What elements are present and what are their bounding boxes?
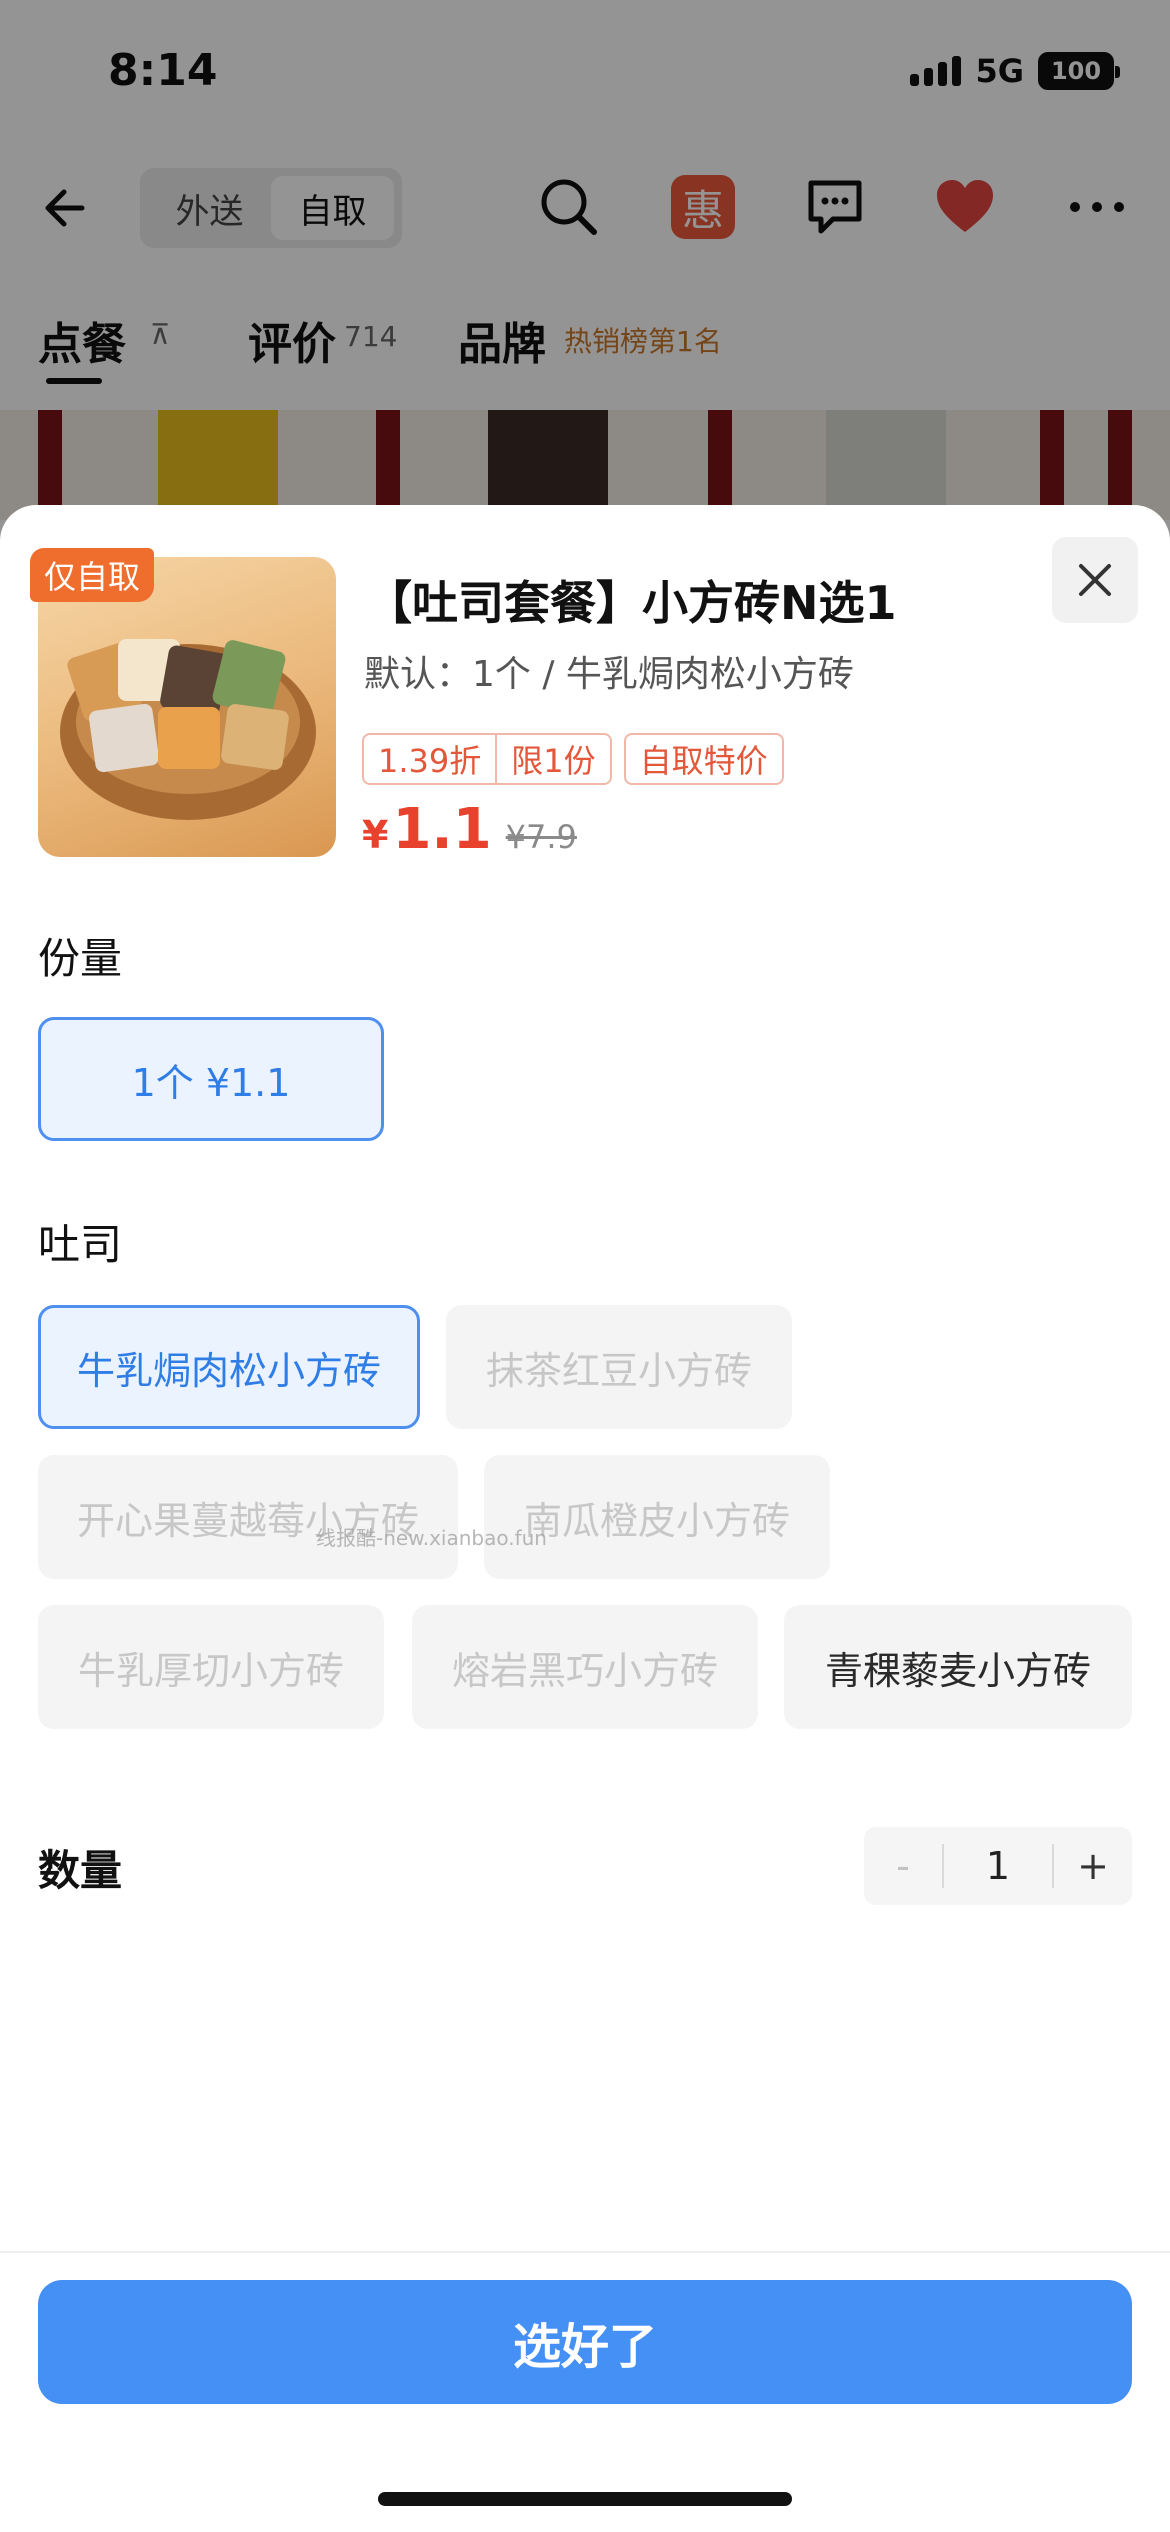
special-price-tag: 自取特价 — [623, 733, 784, 785]
discount-tag: 1.39折 — [378, 742, 482, 780]
portion-option-1[interactable]: 1个 ¥1.1 — [38, 1017, 384, 1141]
original-price: ¥7.9 — [505, 818, 577, 856]
toast-option-pistachio-cranberry: 开心果蔓越莓小方砖 — [38, 1455, 458, 1579]
limit-tag: 限1份 — [495, 735, 609, 783]
product-title: 【吐司套餐】小方砖N选1 — [366, 576, 897, 630]
toast-option-matcha-redbean: 抹茶红豆小方砖 — [446, 1305, 792, 1429]
toast-option-lava-chocolate: 熔岩黑巧小方砖 — [412, 1605, 758, 1729]
quantity-decrease-button[interactable]: - — [864, 1827, 942, 1905]
special-tag: 自取特价 — [639, 742, 768, 780]
footer-divider — [0, 2251, 1170, 2253]
quantity-value: 1 — [942, 1844, 1054, 1888]
toast-option-milk-floss[interactable]: 牛乳焗肉松小方砖 — [38, 1305, 420, 1429]
close-button[interactable] — [1052, 537, 1138, 623]
portion-label: 份量 — [38, 934, 123, 983]
toast-option-pumpkin-orange: 南瓜橙皮小方砖 — [484, 1455, 830, 1579]
toast-label: 吐司 — [38, 1220, 123, 1269]
quantity-stepper: - 1 + — [864, 1827, 1132, 1905]
modal-backdrop[interactable] — [0, 0, 1170, 540]
toast-option-barley-quinoa[interactable]: 青稞藜麦小方砖 — [784, 1605, 1132, 1729]
confirm-button[interactable]: 选好了 — [38, 2280, 1132, 2404]
product-options-sheet: 仅自取 【吐司套餐】小方砖N选1 默认：1个 / 牛乳焗肉松小方砖 1.39折 … — [0, 505, 1170, 2532]
quantity-increase-button[interactable]: + — [1054, 1827, 1132, 1905]
quantity-label: 数量 — [38, 1846, 123, 1895]
watermark: 线报酷-new.xianbao.fun — [316, 1526, 547, 1550]
price-row: ¥ 1.1 ¥7.9 — [362, 797, 577, 862]
promo-tags: 1.39折 限1份 自取特价 — [362, 733, 784, 785]
toast-option-milk-thick: 牛乳厚切小方砖 — [38, 1605, 384, 1729]
product-default-spec: 默认：1个 / 牛乳焗肉松小方砖 — [364, 654, 854, 695]
current-price: 1.1 — [392, 797, 492, 862]
discount-limit-tag: 1.39折 限1份 — [362, 733, 612, 785]
product-image — [38, 557, 336, 857]
home-indicator[interactable] — [378, 2492, 792, 2506]
close-icon — [1079, 564, 1111, 596]
pickup-only-badge: 仅自取 — [30, 548, 155, 602]
currency-symbol: ¥ — [362, 813, 389, 857]
